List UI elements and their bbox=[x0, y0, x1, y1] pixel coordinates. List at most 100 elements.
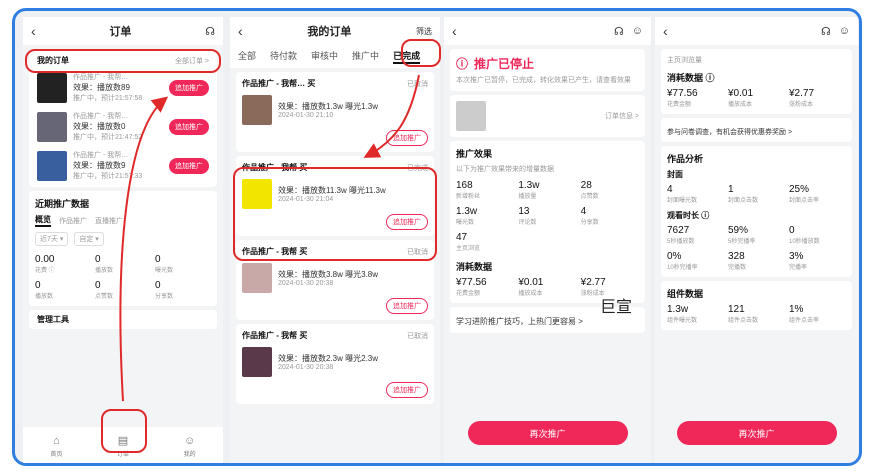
effects-card: 推广效果 以下为推广效果带来的增量数据 168 新增粉丝 1.3w 播放量 28 点赞… bbox=[450, 141, 645, 303]
top-bar: ‹ ☊ ☺ bbox=[655, 17, 858, 45]
order-status: 已取消 bbox=[407, 80, 428, 88]
nav-home[interactable]: ⌂ 首页 bbox=[50, 435, 62, 458]
order-name: 作品推广 - 我帮 bbox=[242, 331, 298, 340]
tab-promoting[interactable]: 推广中 bbox=[352, 49, 379, 64]
subtab-overview[interactable]: 概览 bbox=[35, 214, 51, 227]
order-item[interactable]: 作品推广 - 我帮… 效果：播放数0 推广中，预计21:47:52 追加推广 bbox=[37, 111, 209, 142]
watch-stat: 328 完播数 bbox=[728, 251, 747, 271]
watch-title: 观看时长 ⓘ bbox=[667, 211, 710, 220]
component-card: 组件数据 1.3w 组件曝光数 121 组件点击数 1% 组件点击率 bbox=[661, 281, 852, 330]
stat-cost: 0.00 花费 ⓘ bbox=[35, 254, 55, 274]
filter-button[interactable]: 筛选 bbox=[416, 26, 432, 37]
tab-reviewing[interactable]: 审核中 bbox=[311, 49, 338, 64]
stopped-subtitle: 本次推广已暂停，已完成，转化效果已产生，请查看效果 bbox=[456, 77, 631, 84]
boost-button[interactable]: 追加推广 bbox=[386, 382, 428, 398]
promotion-detail-panel: ‹ ☊ ☺ ⓘ 推广已停止 本次推广已暂停，已完成，转化效果已产生，请查看效果 订… bbox=[444, 17, 651, 463]
annotation-oval-nav-orders bbox=[101, 409, 147, 453]
effect-stat: 13 评论数 bbox=[518, 206, 537, 226]
effect-stat: 168 新增粉丝 bbox=[456, 180, 481, 200]
back-icon[interactable]: ‹ bbox=[452, 23, 457, 39]
boost-button[interactable]: 追加推广 bbox=[169, 157, 209, 174]
back-icon[interactable]: ‹ bbox=[238, 23, 243, 39]
nav-me[interactable]: ☺ 我的 bbox=[184, 435, 196, 458]
order-thumbnail bbox=[37, 150, 67, 181]
order-name: 作品推广 - 我帮… bbox=[73, 74, 129, 81]
watch-stat: 3% 完播率 bbox=[789, 251, 808, 271]
order-card[interactable]: 作品推广 - 我帮… 买 已取消 效果：播放数1.3w 曝光1.3w 2024-… bbox=[236, 72, 434, 152]
user-icon: ☺ bbox=[184, 434, 196, 447]
effect-stat: 4 分享数 bbox=[580, 206, 599, 226]
order-item[interactable]: 作品推广 - 我帮… 效果：播放数9 推广中，预计21:57:33 追加推广 bbox=[37, 150, 209, 181]
tip-link[interactable]: 学习进阶推广技巧，上热门更容易 > bbox=[456, 317, 583, 326]
screenshot-frame: ‹ 订单 ☊ 我的订单 全部订单 > 作品推广 - 我帮… 效果：播放数89 推… bbox=[12, 8, 862, 466]
stat-impressions: 0 曝光数 bbox=[155, 254, 174, 274]
order-effect: 效果：播放数1.3w 曝光1.3w bbox=[278, 102, 379, 111]
analysis-panel: ‹ ☊ ☺ 主页浏览量 消耗数据 ⓘ ¥77.56 花费金额 ¥0.01 播放成本 ¥… bbox=[655, 17, 858, 463]
cover-stat: 1 封面点击数 bbox=[728, 184, 759, 204]
stop-icon: ⓘ bbox=[456, 57, 469, 71]
top-bar: ‹ ☊ ☺ bbox=[444, 17, 651, 45]
order-effect: 效果：播放数3.8w 曝光3.8w bbox=[278, 270, 379, 279]
effects-title: 推广效果 bbox=[456, 149, 493, 159]
order-thumbnail bbox=[242, 95, 272, 125]
watch-stat: 0% 10秒完播率 bbox=[667, 251, 698, 271]
cost-stat: ¥2.77 涨粉成本 bbox=[789, 88, 815, 108]
order-time: 2024-01-30 20:38 bbox=[278, 280, 334, 287]
cost-stat: ¥0.01 播放成本 bbox=[518, 277, 544, 297]
order-effect: 效果：播放数0 bbox=[73, 122, 126, 131]
subtab-live[interactable]: 直播推广 bbox=[95, 216, 123, 226]
tab-pending-payment[interactable]: 待付款 bbox=[270, 49, 297, 64]
tab-all[interactable]: 全部 bbox=[238, 49, 256, 64]
effects-subtitle: 以下为推广效果带来的增量数据 bbox=[456, 166, 554, 173]
order-item[interactable]: 作品推广 - 我帮… 效果：播放数89 推广中，预计21:57:58 追加推广 bbox=[37, 72, 209, 103]
user-icon[interactable]: ☺ bbox=[839, 25, 850, 38]
order-status: 推广中，预计21:57:58 bbox=[73, 95, 143, 102]
order-effect: 效果：播放数2.3w 曝光2.3w bbox=[278, 354, 379, 363]
tools-card: 管理工具 bbox=[29, 310, 217, 329]
home-icon: ⌂ bbox=[52, 434, 60, 447]
annotation-oval-completed-tab bbox=[401, 39, 441, 67]
cost-title: 消耗数据 bbox=[456, 262, 493, 272]
order-status: 已取消 bbox=[407, 332, 428, 340]
effect-stat: 47 主页浏览 bbox=[456, 232, 481, 252]
subtab-works[interactable]: 作品推广 bbox=[59, 216, 87, 226]
analysis-card: 作品分析 封面 4 封面曝光数 1 封面点击数 25% 封面点击率 观看时长 ⓘ 76… bbox=[661, 146, 852, 277]
video-card[interactable]: 订单信息 > bbox=[450, 95, 645, 137]
boost-button[interactable]: 追加推广 bbox=[169, 79, 209, 96]
order-status: 推广中，预计21:47:52 bbox=[73, 134, 143, 141]
promote-again-button[interactable]: 再次推广 bbox=[467, 421, 628, 445]
boost-button[interactable]: 追加推广 bbox=[386, 130, 428, 146]
order-thumbnail bbox=[242, 347, 272, 377]
boost-button[interactable]: 追加推广 bbox=[386, 298, 428, 314]
custom-select[interactable]: 自定 ▾ bbox=[74, 232, 104, 246]
promote-again-button[interactable]: 再次推广 bbox=[676, 421, 837, 445]
order-time: 2024-01-30 21:10 bbox=[278, 112, 334, 119]
effect-stat: 1.3w 曝光数 bbox=[456, 206, 478, 226]
cover-stat: 25% 封面点击率 bbox=[789, 184, 820, 204]
order-card[interactable]: 作品推广 - 我帮 买 已取消 效果：播放数2.3w 曝光2.3w 2024-0… bbox=[236, 324, 434, 404]
recent-data-title: 近期推广数据 bbox=[35, 199, 90, 209]
headset-icon[interactable]: ☊ bbox=[821, 25, 831, 38]
effect-stat: 1.3w 播放量 bbox=[518, 180, 540, 200]
order-info-link[interactable]: 订单信息 > bbox=[605, 111, 639, 121]
order-thumbnail bbox=[37, 111, 67, 142]
effect-stat: 28 点赞数 bbox=[580, 180, 599, 200]
survey-tip[interactable]: 参与问卷调查，有机会获得优惠券奖励 > bbox=[661, 118, 852, 142]
back-icon[interactable]: ‹ bbox=[31, 23, 36, 39]
analysis-title: 作品分析 bbox=[667, 154, 704, 164]
component-stat: 121 组件点击数 bbox=[728, 304, 759, 324]
watch-stat: 7627 5秒播放数 bbox=[667, 225, 695, 245]
user-icon[interactable]: ☺ bbox=[632, 25, 643, 38]
date-range-select[interactable]: 近7天 ▾ bbox=[35, 232, 69, 246]
back-icon[interactable]: ‹ bbox=[663, 23, 668, 39]
annotation-oval-my-orders bbox=[25, 49, 221, 73]
top-label: 主页浏览量 bbox=[667, 57, 702, 64]
boost-button[interactable]: 追加推广 bbox=[169, 118, 209, 135]
headset-icon[interactable]: ☊ bbox=[614, 25, 624, 38]
survey-link[interactable]: 参与问卷调查，有机会获得优惠券奖励 > bbox=[667, 129, 792, 136]
orders-panel: ‹ 订单 ☊ 我的订单 全部订单 > 作品推广 - 我帮… 效果：播放数89 推… bbox=[23, 17, 223, 463]
order-time: 2024-01-30 20:38 bbox=[278, 364, 334, 371]
cover-title: 封面 bbox=[667, 170, 683, 179]
headset-icon[interactable]: ☊ bbox=[205, 25, 215, 38]
order-list: 作品推广 - 我帮… 效果：播放数89 推广中，预计21:57:58 追加推广 … bbox=[37, 72, 209, 181]
